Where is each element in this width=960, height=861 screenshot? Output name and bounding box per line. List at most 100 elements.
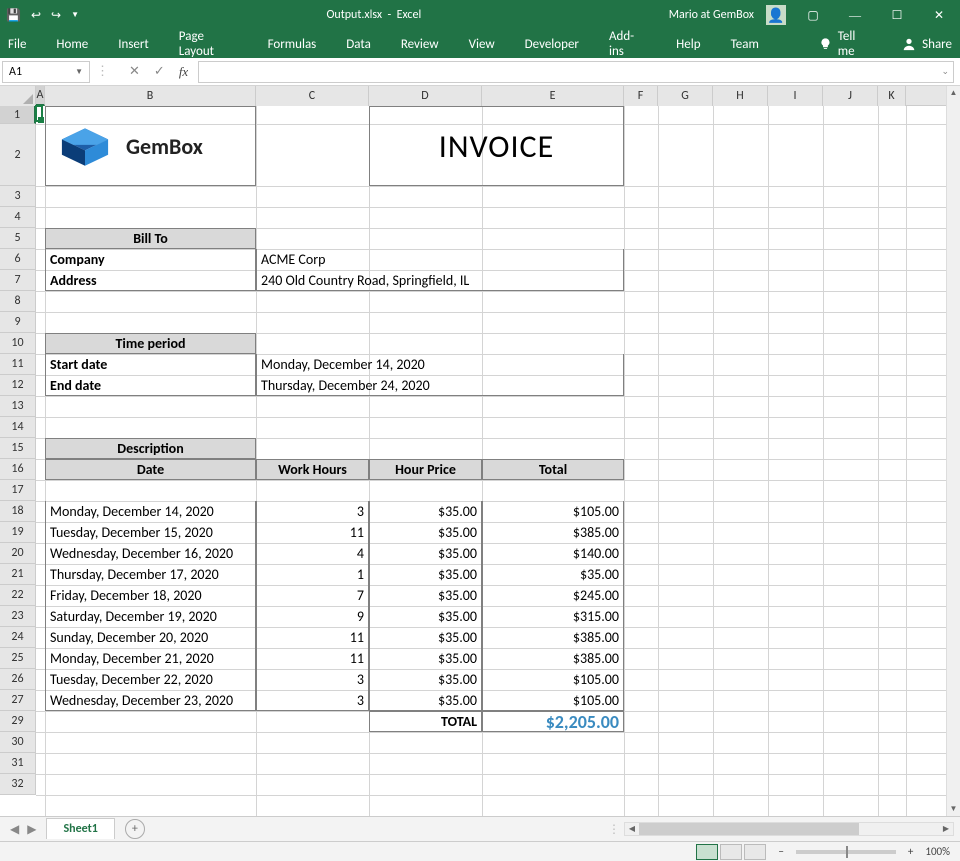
tab-review[interactable]: Review	[401, 37, 439, 52]
vertical-scrollbar[interactable]: ▲ ▼	[946, 86, 960, 816]
name-box[interactable]: A1▼	[2, 61, 90, 83]
tab-nav-prev-icon[interactable]: ◀	[10, 822, 19, 837]
row-header[interactable]: 2	[0, 124, 36, 186]
address-value: 240 Old Country Road, Springfield, IL	[256, 270, 624, 291]
column-header[interactable]: B	[45, 86, 256, 106]
cell-date: Wednesday, December 16, 2020	[45, 543, 256, 564]
column-header[interactable]: J	[823, 86, 878, 106]
scroll-up-icon[interactable]: ▲	[947, 86, 960, 100]
row-header[interactable]: 32	[0, 774, 36, 795]
row-header[interactable]: 20	[0, 543, 36, 564]
minimize-icon[interactable]: ―	[840, 8, 870, 23]
page-layout-view-icon[interactable]	[720, 844, 742, 860]
redo-icon[interactable]: ↪	[51, 8, 61, 23]
column-header[interactable]: F	[624, 86, 658, 106]
row-header[interactable]: 9	[0, 312, 36, 333]
start-value: Monday, December 14, 2020	[256, 354, 624, 375]
spreadsheet-grid[interactable]: ABCDEFGHIJK 1234567891011121314151617181…	[0, 86, 960, 816]
normal-view-icon[interactable]	[696, 844, 718, 860]
close-icon[interactable]: ✕	[924, 8, 954, 23]
row-header[interactable]: 1	[0, 106, 36, 124]
row-header[interactable]: 19	[0, 522, 36, 543]
row-header[interactable]: 14	[0, 417, 36, 438]
row-header[interactable]: 29	[0, 711, 36, 732]
row-header[interactable]: 21	[0, 564, 36, 585]
row-header[interactable]: 26	[0, 669, 36, 690]
fx-icon[interactable]: fx	[179, 64, 188, 80]
row-header[interactable]: 18	[0, 501, 36, 522]
undo-icon[interactable]: ↩	[31, 8, 41, 23]
cell-date: Tuesday, December 22, 2020	[45, 669, 256, 690]
tab-help[interactable]: Help	[676, 37, 700, 52]
zoom-slider[interactable]	[796, 850, 896, 854]
new-sheet-icon[interactable]: +	[125, 819, 145, 839]
row-header[interactable]: 24	[0, 627, 36, 648]
column-header[interactable]: A	[36, 86, 45, 106]
row-header[interactable]: 13	[0, 396, 36, 417]
avatar-icon[interactable]: 👤	[766, 5, 786, 25]
page-break-view-icon[interactable]	[744, 844, 766, 860]
row-header[interactable]: 17	[0, 480, 36, 501]
tab-addins[interactable]: Add-ins	[609, 29, 646, 59]
scroll-left-icon[interactable]: ◀	[625, 823, 639, 835]
ribbon-options-icon[interactable]: ▢	[798, 8, 828, 23]
col-price: Hour Price	[369, 459, 482, 480]
row-header[interactable]: 22	[0, 585, 36, 606]
tab-pagelayout[interactable]: Page Layout	[179, 29, 238, 59]
share-button[interactable]: Share	[902, 37, 952, 52]
tab-file[interactable]: File	[8, 37, 26, 52]
tab-team[interactable]: Team	[731, 37, 759, 52]
tell-me[interactable]: Tell me	[819, 29, 872, 59]
cell-total: $105.00	[482, 501, 624, 522]
cancel-icon[interactable]: ✕	[129, 64, 140, 79]
column-header[interactable]: I	[768, 86, 823, 106]
column-header[interactable]: E	[482, 86, 624, 106]
qat-dropdown-icon[interactable]: ▼	[71, 10, 79, 20]
row-header[interactable]: 4	[0, 207, 36, 228]
row-header[interactable]: 11	[0, 354, 36, 375]
select-all-corner[interactable]	[0, 86, 36, 106]
formula-bar[interactable]: ⌄	[198, 61, 954, 83]
sheet-tab[interactable]: Sheet1	[46, 818, 114, 839]
namebox-separator: ⋮	[90, 64, 111, 79]
row-header[interactable]: 6	[0, 249, 36, 270]
row-header[interactable]: 25	[0, 648, 36, 669]
tab-insert[interactable]: Insert	[118, 37, 149, 52]
column-header[interactable]: H	[713, 86, 768, 106]
row-header[interactable]: 23	[0, 606, 36, 627]
column-header[interactable]: K	[878, 86, 906, 106]
row-header[interactable]: 30	[0, 732, 36, 753]
row-header[interactable]: 12	[0, 375, 36, 396]
zoom-out-icon[interactable]: −	[778, 845, 783, 858]
column-header[interactable]: G	[658, 86, 713, 106]
tab-formulas[interactable]: Formulas	[268, 37, 317, 52]
row-header[interactable]: 27	[0, 690, 36, 711]
row-header[interactable]: 5	[0, 228, 36, 249]
row-header[interactable]: 15	[0, 438, 36, 459]
tab-nav-next-icon[interactable]: ▶	[27, 822, 36, 837]
expand-formula-icon[interactable]: ⌄	[941, 66, 949, 77]
row-header[interactable]: 31	[0, 753, 36, 774]
tab-developer[interactable]: Developer	[525, 37, 579, 52]
column-header[interactable]: C	[256, 86, 369, 106]
zoom-level[interactable]: 100%	[925, 845, 950, 858]
maximize-icon[interactable]: ☐	[882, 8, 912, 23]
chevron-down-icon[interactable]: ▼	[75, 67, 83, 77]
cell-price: $35.00	[369, 606, 482, 627]
row-header[interactable]: 3	[0, 186, 36, 207]
tab-view[interactable]: View	[469, 37, 495, 52]
column-header[interactable]: D	[369, 86, 482, 106]
tab-home[interactable]: Home	[56, 37, 88, 52]
row-header[interactable]: 7	[0, 270, 36, 291]
tab-data[interactable]: Data	[346, 37, 371, 52]
zoom-in-icon[interactable]: +	[908, 845, 913, 858]
accept-icon[interactable]: ✓	[154, 64, 165, 79]
save-icon[interactable]: 💾	[6, 8, 21, 23]
row-header[interactable]: 10	[0, 333, 36, 354]
scroll-down-icon[interactable]: ▼	[947, 802, 960, 816]
cell-hours: 11	[256, 627, 369, 648]
row-header[interactable]: 16	[0, 459, 36, 480]
horizontal-scrollbar[interactable]: ◀ ▶	[624, 822, 954, 836]
row-header[interactable]: 8	[0, 291, 36, 312]
scroll-right-icon[interactable]: ▶	[939, 823, 953, 835]
